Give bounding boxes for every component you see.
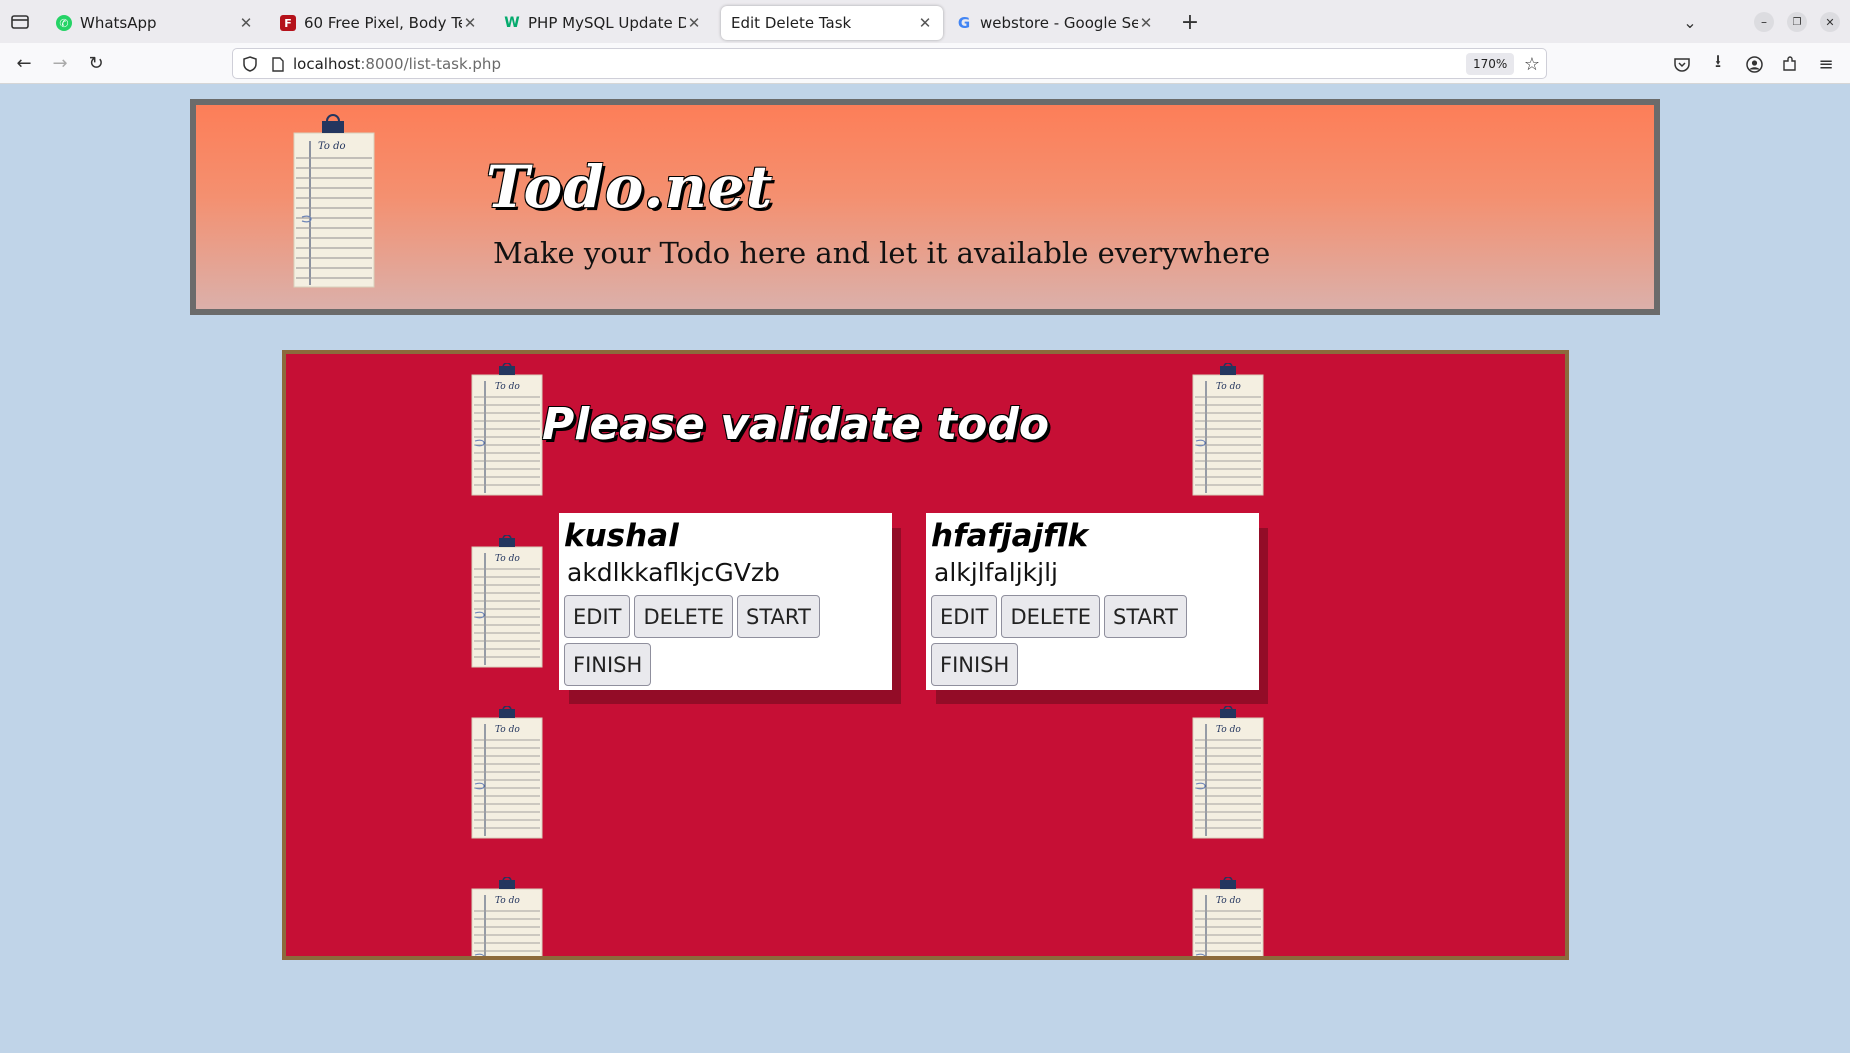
- task-card: kushal akdlkkaflkjcGVzb EDIT DELETE STAR…: [559, 513, 892, 690]
- pocket-icon[interactable]: [1670, 52, 1694, 76]
- tab-google-search[interactable]: G webstore - Google Search ✕: [946, 6, 1164, 40]
- whatsapp-icon: ✆: [56, 15, 72, 31]
- reload-icon[interactable]: ↻: [84, 51, 108, 75]
- forward-icon[interactable]: →: [48, 51, 72, 75]
- svg-text:To do: To do: [495, 554, 520, 564]
- downloads-icon[interactable]: ⭳: [1706, 51, 1730, 76]
- close-tab-icon[interactable]: ✕: [917, 14, 933, 32]
- bookmark-star-icon[interactable]: ☆: [1520, 52, 1544, 76]
- delete-button[interactable]: DELETE: [1001, 595, 1100, 638]
- tab-label: Edit Delete Task: [731, 14, 852, 32]
- task-name: hfafjajflk: [931, 518, 1089, 554]
- todo-board: To doTo doTo doTo doTo doTo doTo doTo do…: [282, 350, 1569, 960]
- close-window-icon[interactable]: ✕: [1820, 12, 1840, 32]
- notepad-decoration-icon: To do: [469, 705, 545, 840]
- task-name: kushal: [564, 518, 679, 554]
- notepad-decoration-icon: To do: [469, 534, 545, 669]
- task-description: akdlkkaflkjcGVzb: [567, 558, 780, 587]
- start-button[interactable]: START: [1103, 595, 1187, 638]
- finish-button[interactable]: FINISH: [564, 643, 652, 686]
- site-tagline: Make your Todo here and let it available…: [493, 236, 1271, 270]
- edit-button[interactable]: EDIT: [564, 595, 631, 638]
- navigation-toolbar: ← → ↻ localhost:8000/list-task.php 170% …: [0, 43, 1850, 84]
- close-tab-icon[interactable]: ✕: [686, 14, 702, 32]
- site-title: Todo.net: [486, 153, 774, 221]
- board-title: Please validate todo: [542, 399, 1050, 450]
- google-icon: G: [957, 14, 971, 32]
- finish-button[interactable]: FINISH: [931, 643, 1019, 686]
- menu-icon[interactable]: ≡: [1814, 52, 1838, 76]
- close-tab-icon[interactable]: ✕: [462, 14, 478, 32]
- task-card: hfafjajflk alkjlfaljkjlj EDIT DELETE STA…: [926, 513, 1259, 690]
- firefox-view-icon[interactable]: [8, 10, 32, 34]
- tab-label: webstore - Google Search: [980, 14, 1138, 32]
- address-bar[interactable]: localhost:8000/list-task.php 170% ☆: [232, 48, 1547, 79]
- svg-text:To do: To do: [1216, 725, 1241, 735]
- minimize-icon[interactable]: –: [1754, 12, 1774, 32]
- tab-label: 60 Free Pixel, Body Text F: [304, 14, 462, 32]
- notepad-decoration-icon: To do: [1190, 876, 1266, 956]
- url-path: :8000/list-task.php: [360, 55, 501, 73]
- back-icon[interactable]: ←: [12, 51, 36, 75]
- new-tab-icon[interactable]: +: [1178, 10, 1202, 35]
- notepad-logo-icon: To do: [288, 113, 378, 293]
- url-text[interactable]: localhost:8000/list-task.php: [293, 55, 501, 73]
- site-header: To do Todo.net Make your Todo here and l…: [190, 99, 1660, 315]
- zoom-indicator[interactable]: 170%: [1466, 53, 1515, 75]
- edit-button[interactable]: EDIT: [931, 595, 998, 638]
- restore-icon[interactable]: ❐: [1787, 12, 1807, 32]
- svg-text:To do: To do: [318, 141, 346, 152]
- svg-text:To do: To do: [495, 896, 520, 906]
- extensions-icon[interactable]: [1778, 52, 1802, 76]
- notepad-decoration-icon: To do: [1190, 705, 1266, 840]
- tab-php-mysql[interactable]: W PHP MySQL Update Data ✕: [494, 6, 712, 40]
- w3schools-icon: W: [504, 15, 520, 31]
- page-icon[interactable]: [267, 53, 289, 75]
- svg-text:To do: To do: [495, 382, 520, 392]
- svg-text:To do: To do: [1216, 896, 1241, 906]
- tab-label: PHP MySQL Update Data: [528, 14, 686, 32]
- account-icon[interactable]: [1742, 52, 1766, 76]
- close-tab-icon[interactable]: ✕: [1138, 14, 1154, 32]
- svg-text:To do: To do: [1216, 382, 1241, 392]
- url-host: localhost: [293, 55, 361, 73]
- svg-text:To do: To do: [495, 725, 520, 735]
- delete-button[interactable]: DELETE: [634, 595, 733, 638]
- notepad-decoration-icon: To do: [469, 876, 545, 956]
- tab-fontspace[interactable]: F 60 Free Pixel, Body Text F ✕: [270, 6, 488, 40]
- fontspace-icon: F: [280, 15, 296, 31]
- list-tabs-icon[interactable]: ⌄: [1678, 10, 1702, 34]
- task-description: alkjlfaljkjlj: [934, 558, 1058, 587]
- tab-strip: ✆ WhatsApp ✕ F 60 Free Pixel, Body Text …: [0, 0, 1850, 43]
- tab-edit-delete-task[interactable]: Edit Delete Task ✕: [721, 6, 943, 40]
- tab-label: WhatsApp: [80, 14, 157, 32]
- notepad-decoration-icon: To do: [1190, 362, 1266, 497]
- tab-whatsapp[interactable]: ✆ WhatsApp ✕: [46, 6, 264, 40]
- start-button[interactable]: START: [736, 595, 820, 638]
- notepad-decoration-icon: To do: [469, 362, 545, 497]
- shield-icon[interactable]: [239, 53, 261, 75]
- close-tab-icon[interactable]: ✕: [238, 14, 254, 32]
